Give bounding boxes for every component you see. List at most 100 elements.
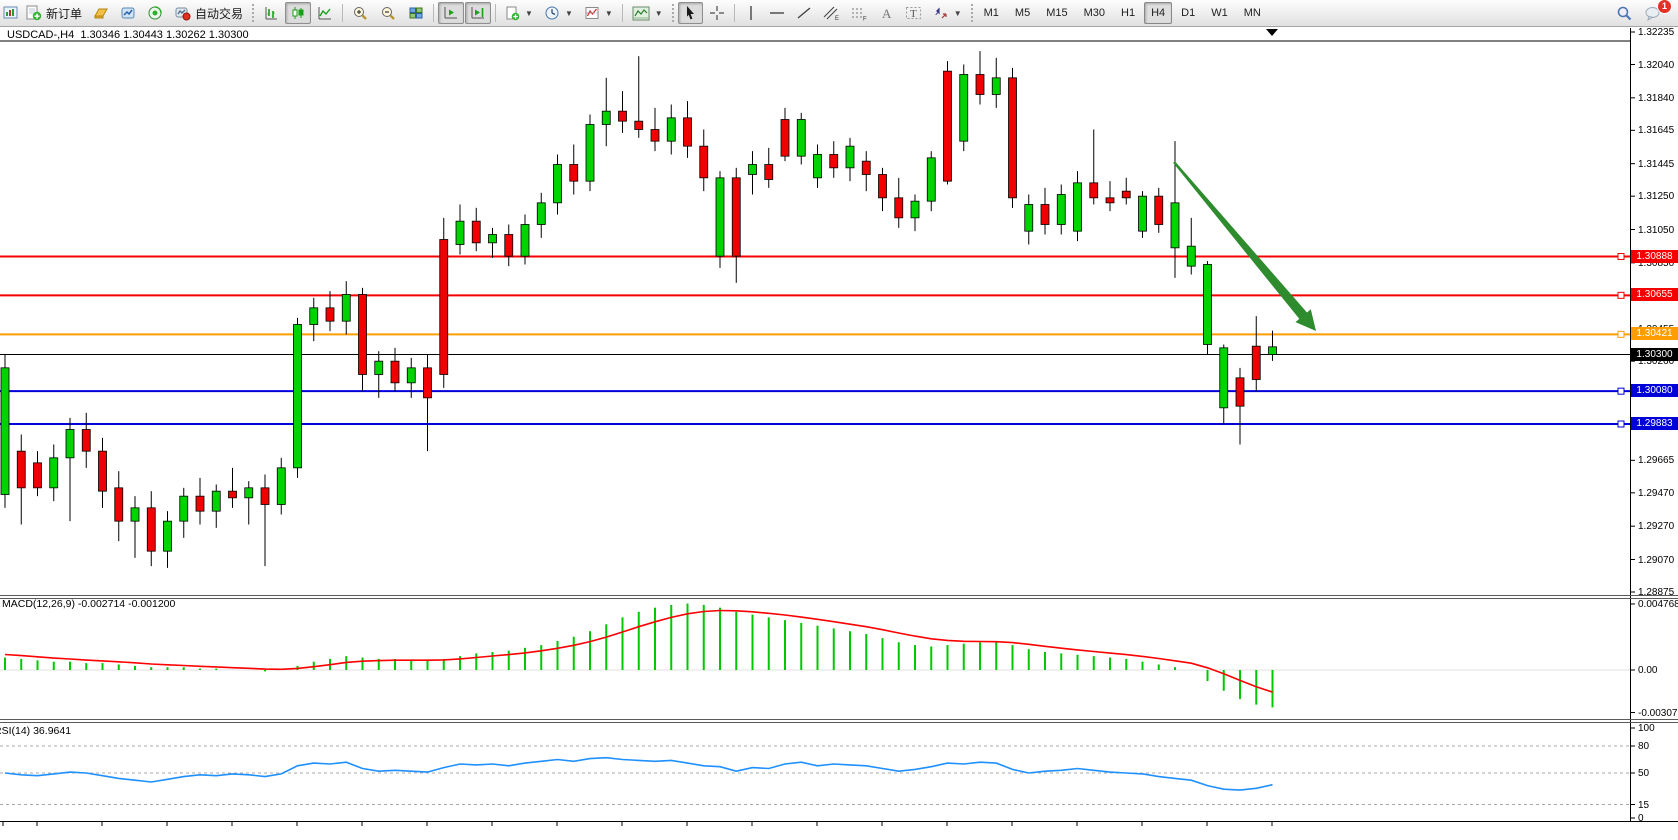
price-line-badge: 1.29883	[1631, 417, 1678, 430]
rsi-indicator-label: RSI(14) 36.9641	[0, 725, 71, 737]
zoom-out-button[interactable]	[375, 2, 402, 24]
timeframe-button-d1[interactable]: D1	[1174, 2, 1202, 24]
timeframe-button-mn[interactable]: MN	[1237, 2, 1268, 24]
dropdown-arrow-icon: ▼	[525, 9, 533, 18]
price-tick-label: 1.31050	[1638, 225, 1678, 236]
profiles-button[interactable]	[88, 2, 114, 24]
candle-body	[82, 430, 90, 452]
price-line-badge: 1.30888	[1631, 250, 1678, 263]
candle-body	[1074, 183, 1082, 231]
template-dropdown-button[interactable]: ▼	[627, 2, 668, 24]
rsi-axis-label: 100	[1638, 723, 1655, 734]
text-label-tool-button[interactable]: T	[900, 2, 927, 24]
candle-body	[716, 178, 724, 256]
zoom-in-button[interactable]	[347, 2, 374, 24]
candle-body	[212, 491, 220, 511]
arrows-dropdown-button[interactable]: ▼	[928, 2, 967, 24]
indicators-dropdown-button[interactable]: ▼	[579, 2, 618, 24]
horizontal-line-tool-button[interactable]	[764, 2, 790, 24]
candle-body	[294, 325, 302, 468]
text-icon: A	[879, 5, 894, 21]
candle-body	[911, 201, 919, 218]
candle-body	[115, 488, 123, 521]
candle-body	[1139, 196, 1147, 231]
candle-body	[196, 496, 204, 511]
fibonacci-tool-button[interactable]: F	[846, 2, 873, 24]
price-line-handle	[1618, 292, 1624, 298]
auto-scroll-button[interactable]	[438, 2, 464, 24]
chart-shift-icon	[470, 5, 486, 21]
candle-body	[326, 308, 334, 321]
candle-body	[1220, 348, 1228, 408]
candle-body	[944, 71, 952, 181]
candle-body	[359, 295, 367, 375]
periods-dropdown-button[interactable]: ▼	[539, 2, 578, 24]
candle-body	[375, 361, 383, 374]
text-tool-button[interactable]: A	[874, 2, 899, 24]
toolbar-drag-handle[interactable]	[971, 4, 973, 22]
text-label-icon: T	[905, 5, 922, 21]
macd-axis-label: -0.003071	[1638, 708, 1678, 719]
webphone-button[interactable]	[142, 2, 168, 24]
price-tick-label: 1.29070	[1638, 555, 1678, 566]
trendline-tool-button[interactable]	[791, 2, 817, 24]
timeframe-button-m15[interactable]: M15	[1039, 2, 1074, 24]
candle-body	[505, 235, 513, 257]
chart-shift-button[interactable]	[465, 2, 491, 24]
vertical-line-icon	[744, 5, 758, 21]
new-chart-dropdown-button[interactable]: ▼	[500, 2, 538, 24]
zoom-out-icon	[380, 5, 397, 22]
timeframe-button-w1[interactable]: W1	[1204, 2, 1235, 24]
candlestick-chart-icon	[290, 5, 306, 21]
new-order-label: 新订单	[46, 5, 82, 22]
price-line-badge: 1.30421	[1631, 327, 1678, 340]
candle-body	[651, 130, 659, 142]
candle-body	[976, 75, 984, 95]
equidistant-channel-icon: E	[823, 5, 840, 21]
candle-body	[472, 221, 480, 243]
cursor-tool-button[interactable]	[678, 2, 703, 24]
tile-windows-button[interactable]	[403, 2, 429, 24]
timeframe-button-h1[interactable]: H1	[1114, 2, 1142, 24]
candle-body	[1236, 378, 1244, 406]
search-button[interactable]	[1611, 2, 1638, 24]
candle-body	[684, 118, 692, 146]
dropdown-arrow-icon: ▼	[605, 9, 613, 18]
new-order-button[interactable]: 新订单	[20, 2, 87, 24]
chart-title: USDCAD-,H4 1.30346 1.30443 1.30262 1.303…	[7, 29, 249, 41]
toolbar-drag-handle[interactable]	[252, 4, 254, 22]
line-chart-button[interactable]	[312, 2, 338, 24]
candlestick-chart-button[interactable]	[285, 2, 311, 24]
candle-body	[1041, 205, 1049, 225]
price-line-badge: 1.30080	[1631, 384, 1678, 397]
channel-tool-button[interactable]: E	[818, 2, 845, 24]
timeframe-button-m1[interactable]: M1	[977, 2, 1006, 24]
candle-body	[131, 508, 139, 521]
candle-body	[895, 198, 903, 218]
candle-body	[537, 203, 545, 225]
price-tick-label: 1.31445	[1638, 159, 1678, 170]
candle-body	[1106, 198, 1114, 203]
candle-body	[147, 508, 155, 551]
crosshair-tool-button[interactable]	[704, 2, 730, 24]
bar-chart-button[interactable]	[258, 2, 284, 24]
timeframe-button-m5[interactable]: M5	[1008, 2, 1037, 24]
charts-button[interactable]	[115, 2, 141, 24]
fibonacci-icon: F	[851, 5, 868, 21]
price-line-badge: 1.30655	[1631, 288, 1678, 301]
candle-body	[635, 121, 643, 129]
vertical-line-tool-button[interactable]	[739, 2, 763, 24]
line-chart-icon	[317, 5, 333, 21]
notifications-button[interactable]: 1	[1639, 2, 1667, 24]
toolbar-drag-handle[interactable]	[672, 4, 674, 22]
timeframe-button-h4[interactable]: H4	[1144, 2, 1172, 24]
chart-canvas[interactable]: USDCAD-,H4 1.30346 1.30443 1.30262 1.303…	[0, 27, 1678, 840]
candle-body	[17, 451, 25, 488]
candle-body	[619, 111, 627, 121]
timeframe-button-m30[interactable]: M30	[1077, 2, 1112, 24]
autotrading-icon	[174, 5, 191, 21]
autotrading-button[interactable]: 自动交易	[169, 2, 248, 24]
candle-body	[667, 118, 675, 141]
dropdown-arrow-icon: ▼	[565, 9, 573, 18]
svg-text:F: F	[863, 17, 867, 22]
